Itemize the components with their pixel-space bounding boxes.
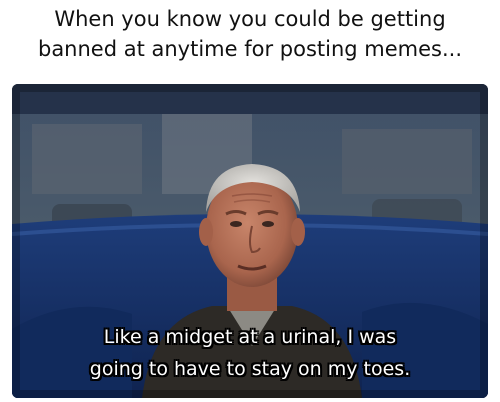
caption-line-1: When you know you could be getting bbox=[54, 7, 446, 31]
movie-still: Like a midget at a urinal, I was going t… bbox=[12, 84, 488, 398]
subtitle-line-1: Like a midget at a urinal, I was bbox=[103, 326, 397, 348]
meme-caption: When you know you could be getting banne… bbox=[0, 4, 500, 64]
caption-line-2: banned at anytime for posting memes... bbox=[37, 37, 463, 61]
subtitle-line-2: going to have to stay on my toes. bbox=[89, 358, 411, 380]
